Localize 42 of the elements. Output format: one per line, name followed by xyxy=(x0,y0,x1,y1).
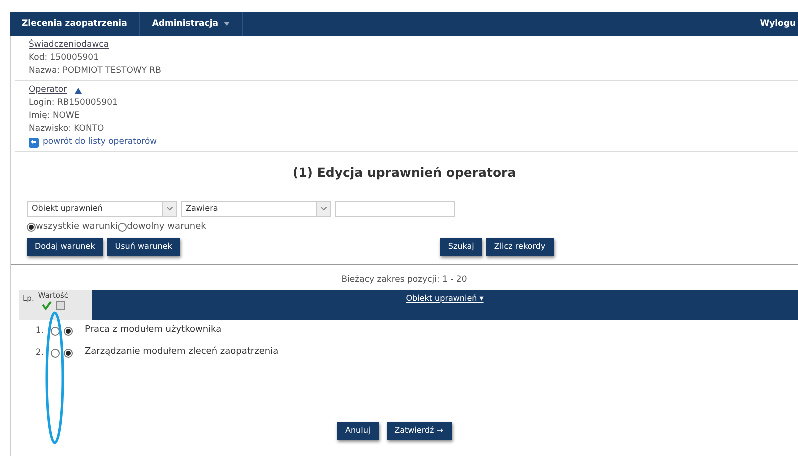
radio-button[interactable] xyxy=(64,326,73,336)
page-title: (1) Edycja uprawnień operatora xyxy=(292,164,518,182)
radio-button[interactable] xyxy=(118,223,128,232)
select-field[interactable]: Obiekt uprawnień xyxy=(27,200,177,217)
radio-button[interactable] xyxy=(51,348,60,358)
back-icon xyxy=(29,138,39,148)
radio-label[interactable]: dowolny warunek xyxy=(127,220,206,234)
section-heading[interactable]: Operator xyxy=(29,84,68,97)
filter-button[interactable]: Usuń warunek xyxy=(107,238,180,256)
radio-button[interactable] xyxy=(51,326,60,336)
row-number: 2. xyxy=(34,346,45,360)
table-cell-text: Zarządzanie modułem zleceń zaopatrzenia xyxy=(85,346,279,360)
range-text: Bieżący zakres pozycji: 1 - 20 xyxy=(340,274,468,287)
check-icon xyxy=(42,301,52,310)
section-heading[interactable]: Świadczeniodawca xyxy=(29,39,788,52)
info-text: Nazwisko: KONTO xyxy=(29,123,106,136)
caret-icon xyxy=(224,22,230,26)
search-button[interactable]: Szukaj xyxy=(440,238,482,256)
column-header-link[interactable]: Obiekt uprawnień ▾ xyxy=(406,294,484,303)
row-number: 1. xyxy=(34,324,45,338)
checkbox[interactable] xyxy=(56,301,65,310)
info-text: Login: RB150005901 xyxy=(29,97,119,110)
input-field[interactable] xyxy=(335,200,455,217)
info-text: Kod: 150005901 xyxy=(29,52,100,65)
radio-button[interactable] xyxy=(64,348,73,358)
back-link[interactable]: powrót do listy operatorów xyxy=(43,136,158,149)
radio-button[interactable] xyxy=(27,223,36,232)
logout-link[interactable]: Wylogu xyxy=(760,18,798,30)
table-cell-text: Praca z modułem użytkownika xyxy=(85,324,222,338)
info-text: Nazwa: PODMIOT TESTOWY RB xyxy=(29,65,162,78)
form-button[interactable]: Anuluj xyxy=(337,422,379,440)
radio-label[interactable]: wszystkie warunki xyxy=(36,220,118,234)
caret-icon xyxy=(162,202,176,216)
filter-button[interactable]: Dodaj warunek xyxy=(27,238,104,256)
caret-icon xyxy=(316,202,330,216)
collapse-icon xyxy=(75,88,82,94)
menu-item[interactable]: Zlecenia zaopatrzenia xyxy=(22,18,128,30)
info-text: Imię: NOWE xyxy=(29,110,81,123)
select-field[interactable]: Zawiera xyxy=(181,200,331,217)
search-button[interactable]: Zlicz rekordy xyxy=(486,238,554,256)
form-button[interactable]: Zatwierdź → xyxy=(386,422,452,440)
menu-item[interactable]: Administracja xyxy=(152,18,218,30)
